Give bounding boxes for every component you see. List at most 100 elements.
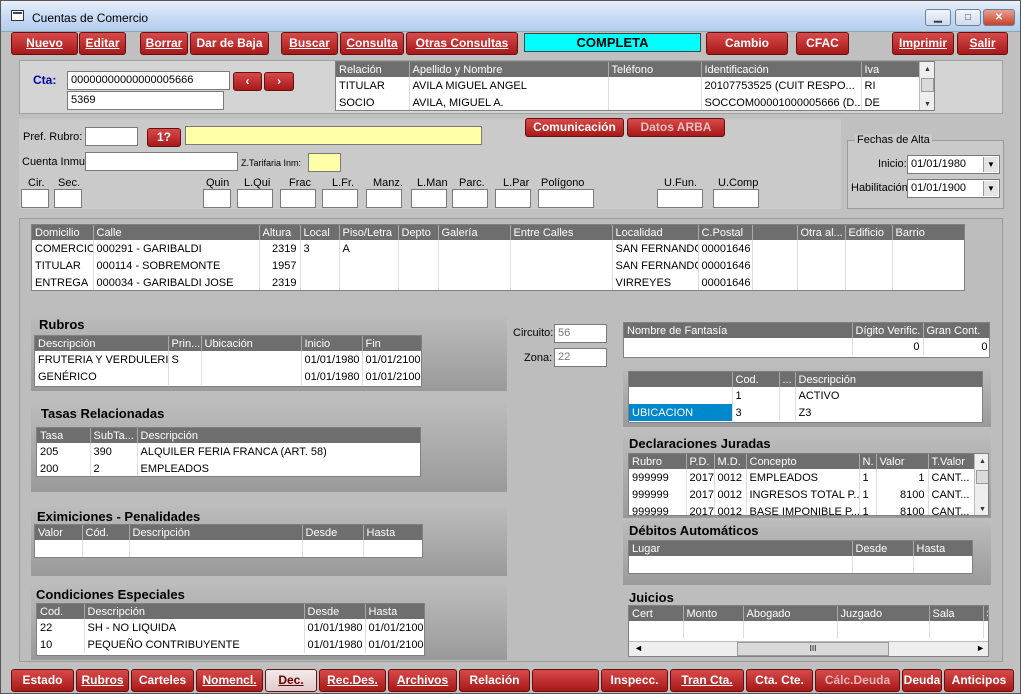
column-header[interactable]: M.D.	[714, 454, 747, 469]
nuevo-button[interactable]: Nuevo	[11, 32, 78, 55]
column-header[interactable]: Nombre de Fantasía	[624, 323, 853, 338]
consulta-button[interactable]: Consulta	[340, 32, 404, 55]
table-row[interactable]: COMERCIO 000291 - GARIBALDI 2319 3 A SAN FERN…	[32, 240, 964, 257]
table-row[interactable]: 999999 2017 0012 BASE IMPONIBLE P... 1 8100 CA…	[629, 503, 975, 515]
cuenta-inmu-input[interactable]	[85, 152, 238, 171]
catastro-input[interactable]	[54, 189, 82, 208]
column-header[interactable]: Valor	[35, 525, 83, 540]
maximize-button[interactable]: □	[955, 9, 981, 26]
column-header[interactable]: Desde	[302, 525, 364, 540]
table-row[interactable]: 00	[624, 338, 989, 355]
column-header[interactable]: Galería	[438, 225, 511, 240]
cuenta-input[interactable]: 00000000000000005666	[67, 71, 230, 90]
catastro-input[interactable]	[713, 189, 759, 208]
table-row[interactable]: UBICACION 3 Z3	[629, 404, 982, 421]
anticipos-button[interactable]: Anticipos	[944, 669, 1014, 692]
borrar-button[interactable]: Borrar	[140, 32, 188, 55]
column-header[interactable]: Abogado	[743, 606, 838, 621]
column-header[interactable]: Valor	[876, 454, 929, 469]
tran-cta-button[interactable]: Tran Cta.	[670, 669, 744, 692]
column-header[interactable]: Piso/Letra	[339, 225, 399, 240]
rec-des-button[interactable]: Rec.Des.	[319, 669, 386, 692]
column-header[interactable]: Sala	[929, 606, 984, 621]
table-row[interactable]: TITULAR AVILA MIGUEL ANGEL 20107753525 (CU…	[336, 77, 920, 94]
column-header[interactable]: Entre Calles	[510, 225, 613, 240]
prev-account-button[interactable]: ‹	[233, 72, 262, 91]
catastro-input[interactable]	[237, 189, 273, 208]
close-button[interactable]: ✕	[983, 9, 1015, 26]
estado-button[interactable]: Estado	[11, 669, 74, 692]
catastro-input[interactable]	[280, 189, 316, 208]
column-header[interactable]: Ubicación	[201, 336, 302, 351]
cfac-button[interactable]: CFAC	[796, 32, 849, 55]
ddjj-scrollbar[interactable]: ▲ ▼	[974, 454, 988, 515]
column-header[interactable]: Rubro	[629, 454, 687, 469]
buscar-button[interactable]: Buscar	[281, 32, 338, 55]
column-header[interactable]: SubTa...	[90, 428, 138, 443]
table-row[interactable]: FRUTERIA Y VERDULERIA S 01/01/1980 01/01/21…	[35, 351, 421, 368]
table-row[interactable]: 10 PEQUEÑO CONTRIBUYENTE 01/01/1980 01/01/2…	[37, 636, 424, 653]
nomencl-button[interactable]: Nomencl.	[196, 669, 263, 692]
column-header[interactable]: Lugar	[629, 541, 853, 556]
otras-consultas-button[interactable]: Otras Consultas	[406, 32, 518, 55]
catastro-input[interactable]	[21, 189, 49, 208]
column-header[interactable]: Local	[300, 225, 340, 240]
column-header[interactable]: Hasta	[365, 604, 424, 619]
column-header[interactable]: Tasa	[37, 428, 91, 443]
datos-arba-button[interactable]: Datos ARBA	[627, 118, 725, 137]
column-header[interactable]: Relación	[336, 62, 410, 77]
column-header[interactable]: Prin...	[168, 336, 202, 351]
column-header[interactable]: Barrio	[892, 225, 964, 240]
catastro-input[interactable]	[452, 189, 488, 208]
column-header[interactable]: Descripción	[84, 604, 305, 619]
column-header[interactable]: P.D.	[686, 454, 715, 469]
column-header[interactable]: Cód.	[82, 525, 130, 540]
pref-rubro-input[interactable]	[85, 127, 138, 146]
minimize-button[interactable]: ▁	[925, 9, 951, 26]
column-header[interactable]: Hasta	[913, 541, 972, 556]
column-header[interactable]: Altura	[259, 225, 301, 240]
catastro-input[interactable]	[657, 189, 703, 208]
column-header[interactable]: Fin	[362, 336, 421, 351]
catastro-input[interactable]	[322, 189, 358, 208]
cta-cte-button[interactable]: Cta. Cte.	[746, 669, 813, 692]
column-header[interactable]: Gran Cont.	[923, 323, 989, 338]
cambio-button[interactable]: Cambio	[706, 32, 788, 55]
dec-tab[interactable]: Dec.	[265, 669, 317, 692]
archivos-button[interactable]: Archivos	[388, 669, 457, 692]
column-header[interactable]: Concepto	[746, 454, 860, 469]
column-header[interactable]: Descripción	[795, 372, 982, 387]
catastro-input[interactable]	[495, 189, 531, 208]
column-header[interactable]: Cod.	[37, 604, 85, 619]
column-header[interactable]: Cod.	[732, 372, 780, 387]
table-row[interactable]: 200 2 EMPLEADOS	[37, 460, 420, 476]
column-header[interactable]: Edificio	[845, 225, 893, 240]
table-row[interactable]: ENTREGA 000034 - GARIBALDI JOSE 2319 VIRREY…	[32, 274, 964, 290]
table-row[interactable]: 999999 2017 0012 INGRESOS TOTAL P... 1 8100 CA…	[629, 486, 975, 503]
catastro-input[interactable]	[203, 189, 231, 208]
column-header[interactable]: Descripción	[129, 525, 303, 540]
column-header[interactable]: T.Valor	[928, 454, 975, 469]
column-header[interactable]: Teléfono	[608, 62, 702, 77]
table-row[interactable]: 205 390 ALQUILER FERIA FRANCA (ART. 58)	[37, 443, 420, 460]
table-row[interactable]: 999999 2017 0012 EMPLEADOS 1 1 CANT...	[629, 469, 975, 486]
catastro-input[interactable]	[538, 189, 594, 208]
column-header[interactable]: N.	[859, 454, 877, 469]
column-header[interactable]: Desde	[304, 604, 366, 619]
column-header[interactable]: Otra al...	[797, 225, 846, 240]
column-header[interactable]: Depto	[398, 225, 439, 240]
cuenta-sub-input[interactable]: 5369	[67, 91, 224, 110]
table-row[interactable]: GENÉRICO 01/01/1980 01/01/2100	[35, 368, 421, 385]
relaciones-scrollbar[interactable]: ▲ ▼	[919, 62, 934, 110]
column-header[interactable]: Hasta	[363, 525, 422, 540]
column-header[interactable]: Iva	[861, 62, 920, 77]
dar-de-baja-button[interactable]: Dar de Baja	[190, 32, 269, 55]
table-row[interactable]: SOCIO AVILA, MIGUEL A. SOCCOM0000100000566…	[336, 94, 920, 110]
imprimir-button[interactable]: Imprimir	[892, 32, 954, 55]
column-header[interactable]: Identificación	[701, 62, 862, 77]
salir-button[interactable]: Salir	[957, 32, 1008, 55]
juicios-hscrollbar[interactable]: ◄ III ►	[629, 641, 988, 656]
next-account-button[interactable]: ›	[264, 72, 294, 91]
column-header[interactable]: Apellido y Nombre	[409, 62, 609, 77]
column-header[interactable]: Dígito Verific.	[852, 323, 924, 338]
